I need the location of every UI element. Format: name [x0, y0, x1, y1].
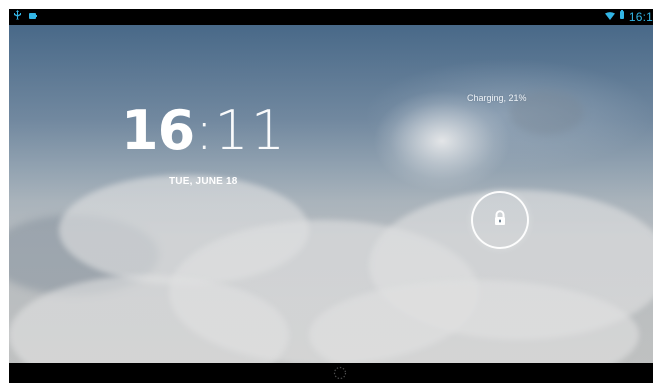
status-clock: 16:1: [628, 10, 653, 24]
battery-icon: [28, 9, 38, 25]
usb-icon: [13, 9, 22, 25]
charging-status: Charging, 21%: [467, 93, 527, 103]
clock-minutes: 11: [214, 99, 288, 162]
wallpaper-shade: [9, 25, 653, 363]
signal-icon: [619, 9, 625, 25]
lockscreen-wallpaper: 16:11 TUE, JUNE 18 Charging, 21%: [9, 25, 653, 363]
clock-separator: :: [195, 99, 214, 162]
clock-hour: 16: [121, 99, 195, 162]
android-lockscreen-window: 16:1 16:11 TUE, JUNE 18 Charging, 21%: [9, 9, 653, 383]
home-icon[interactable]: [331, 364, 349, 382]
lock-icon: [493, 210, 507, 230]
status-left-icons: [13, 9, 38, 25]
navigation-bar: [9, 363, 653, 383]
status-right-icons: 16:1: [604, 9, 653, 25]
lockscreen-clock: 16:11: [121, 104, 287, 158]
unlock-button[interactable]: [471, 191, 529, 249]
lockscreen-date: TUE, JUNE 18: [169, 176, 238, 187]
wifi-icon: [604, 9, 615, 25]
status-bar: 16:1: [9, 9, 653, 25]
